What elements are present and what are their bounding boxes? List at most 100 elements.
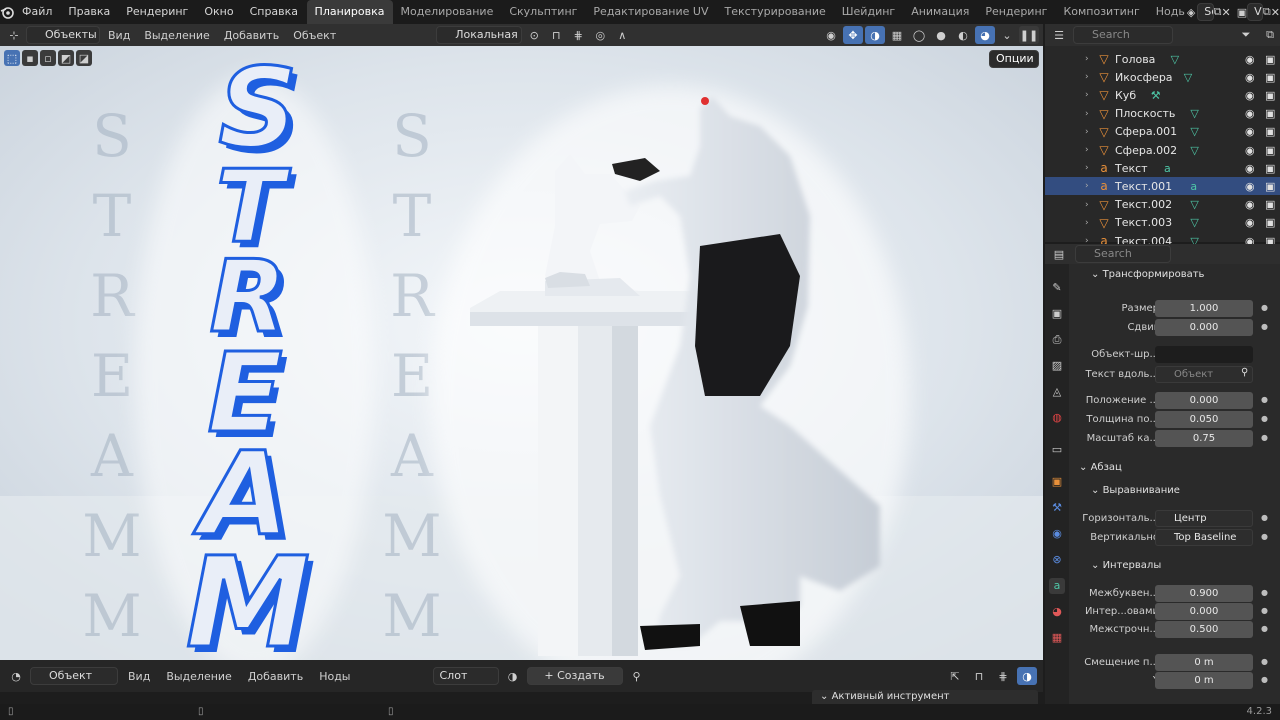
outliner-editor-icon[interactable]: ☰ [1049,26,1069,44]
camera-icon[interactable]: ▣ [1265,162,1275,175]
workspace-tab-layout[interactable]: Планировка [306,0,393,24]
filter-icon[interactable]: ⏷ [1236,26,1256,44]
camera-icon[interactable]: ▣ [1265,89,1275,102]
eye-icon[interactable]: ◉ [1245,180,1255,193]
text-along-curve-field[interactable]: Объект [1155,366,1253,383]
active-tool-panel[interactable]: ⌄ Активный инструмент [812,690,1038,704]
camera-icon[interactable]: ▣ [1265,144,1275,157]
outliner-row[interactable]: › ▽ Сфера.001 ▽ ◉ ▣ [1045,123,1280,141]
3d-viewport[interactable]: STREAMM STREAMM S T R E A M S T R E A M … [0,46,1043,660]
keyframe-dot[interactable]: ● [1261,588,1268,597]
vertical-align-dropdown[interactable]: Top Baseline [1155,529,1253,546]
eye-icon[interactable]: ◉ [1245,216,1255,229]
output-tab-icon[interactable]: ⎙ [1049,332,1065,348]
object-data-icon[interactable]: a [1164,162,1171,175]
word-spacing-field[interactable]: 0.000 [1155,603,1253,620]
keyframe-dot[interactable]: ● [1261,675,1268,684]
thickness-field[interactable]: 0.050 [1155,411,1253,428]
select-box-subtract-icon[interactable]: ▫ [40,50,56,66]
select-box-extend-icon[interactable]: ▪ [22,50,38,66]
eye-icon[interactable]: ◉ [1245,107,1255,120]
menu-help[interactable]: Справка [242,0,306,24]
menu-render[interactable]: Рендеринг [118,0,196,24]
view-layer-icon[interactable]: ▣ [1237,3,1247,21]
scene-icon[interactable]: ◈ [1187,3,1195,21]
expand-arrow-icon[interactable]: › [1085,218,1089,228]
outliner-search-input[interactable]: Search [1073,26,1173,44]
expand-arrow-icon[interactable]: › [1085,145,1089,155]
workspace-tab-texture[interactable]: Текстурирование [717,0,834,24]
shader-menu-view[interactable]: Вид [122,670,156,683]
select-box-intersect-icon[interactable]: ◪ [76,50,92,66]
object-data-icon[interactable]: ⚒ [1151,89,1161,102]
workspace-tab-compositing[interactable]: Композитинг [1055,0,1147,24]
snap-target-icon[interactable]: ⋕ [568,26,588,44]
keyframe-dot[interactable]: ● [1261,532,1268,541]
select-box-invert-icon[interactable]: ◩ [58,50,74,66]
properties-search-input[interactable]: Search [1075,245,1171,263]
select-box-new-icon[interactable]: ⬚ [4,50,20,66]
keyframe-dot[interactable]: ● [1261,657,1268,666]
delete-view-layer-icon[interactable]: ✕ [1271,3,1280,21]
object-data-icon[interactable]: a [1190,180,1197,193]
material-slot-dropdown[interactable]: Слот [432,667,499,685]
new-collection-icon[interactable]: ⧉ [1260,26,1280,44]
outliner-row[interactable]: › ▽ Куб ⚒ ◉ ▣ [1045,86,1280,104]
eye-icon[interactable]: ◉ [1245,89,1255,102]
rendered-shading-icon[interactable]: ◕ [975,26,995,44]
offset-y-field[interactable]: 0 m [1155,672,1253,689]
eye-icon[interactable]: ◉ [1245,162,1255,175]
new-material-button[interactable]: + Создать [526,667,623,685]
font-object-field[interactable] [1155,346,1253,363]
constraint-tab-icon[interactable]: ⊗ [1049,552,1065,568]
material-shading-icon[interactable]: ◐ [953,26,973,44]
shading-options-icon[interactable]: ⌄ [997,26,1017,44]
line-spacing-field[interactable]: 0.500 [1155,621,1253,638]
outliner-row[interactable]: › ▽ Сфера.002 ▽ ◉ ▣ [1045,141,1280,159]
workspace-tab-rendering[interactable]: Рендеринг [977,0,1055,24]
workspace-tab-uv[interactable]: Редактирование UV [585,0,716,24]
outliner-item-name[interactable]: Икосфера [1115,71,1173,84]
outliner-item-name[interactable]: Голова [1115,53,1155,66]
keyframe-dot[interactable]: ● [1261,395,1268,404]
eye-icon[interactable]: ◉ [1245,144,1255,157]
texture-tab-icon[interactable]: ▦ [1049,630,1065,646]
new-scene-icon[interactable]: ⧉ [1214,3,1222,21]
eyedropper-icon[interactable]: ⚲ [1241,367,1248,378]
falloff-icon[interactable]: ∧ [612,26,632,44]
outliner-row[interactable]: › ▽ Плоскость ▽ ◉ ▣ [1045,105,1280,123]
properties-editor-icon[interactable]: ▤ [1049,245,1069,263]
material-tab-icon[interactable]: ◕ [1049,604,1065,620]
outliner-item-name[interactable]: Сфера.002 [1115,144,1177,157]
expand-arrow-icon[interactable]: › [1085,72,1089,82]
camera-icon[interactable]: ▣ [1265,198,1275,211]
keyframe-dot[interactable]: ● [1261,303,1268,312]
blender-logo-icon[interactable] [0,3,14,21]
outliner-row[interactable]: › a Текст a ◉ ▣ [1045,159,1280,177]
keyframe-dot[interactable]: ● [1261,322,1268,331]
horizontal-align-dropdown[interactable]: Центр [1155,510,1253,527]
shader-menu-nodes[interactable]: Ноды [313,670,356,683]
size-field[interactable]: 1.000 [1155,300,1253,317]
workspace-tab-sculpting[interactable]: Скульптинг [501,0,585,24]
expand-arrow-icon[interactable]: › [1085,127,1089,137]
camera-icon[interactable]: ▣ [1265,107,1275,120]
workspace-tab-modeling[interactable]: Моделирование [393,0,502,24]
parent-node-tree-icon[interactable]: ⇱ [945,667,965,685]
pin-icon[interactable]: ⚲ [627,667,647,685]
scene-selector[interactable]: Scene [1197,3,1214,21]
proportional-edit-icon[interactable]: ◎ [590,26,610,44]
viewport-menu-select[interactable]: Выделение [138,29,216,42]
expand-arrow-icon[interactable]: › [1085,163,1089,173]
keyframe-dot[interactable]: ● [1261,513,1268,522]
node-overlays-icon[interactable]: ◑ [1017,667,1037,685]
gizmo-icon[interactable]: ✥ [843,26,863,44]
eye-icon[interactable]: ◉ [1245,125,1255,138]
alignment-subsection-header[interactable]: ⌄ Выравнивание [1091,485,1180,496]
shader-menu-add[interactable]: Добавить [242,670,309,683]
interaction-mode-dropdown[interactable]: Объекты [26,26,100,44]
wireframe-shading-icon[interactable]: ◯ [909,26,929,44]
pivot-point-icon[interactable]: ⊙ [524,26,544,44]
snap-node-icon[interactable]: ⊓ [969,667,989,685]
outliner-row[interactable]: › a Текст.001 a ◉ ▣ [1045,177,1280,196]
